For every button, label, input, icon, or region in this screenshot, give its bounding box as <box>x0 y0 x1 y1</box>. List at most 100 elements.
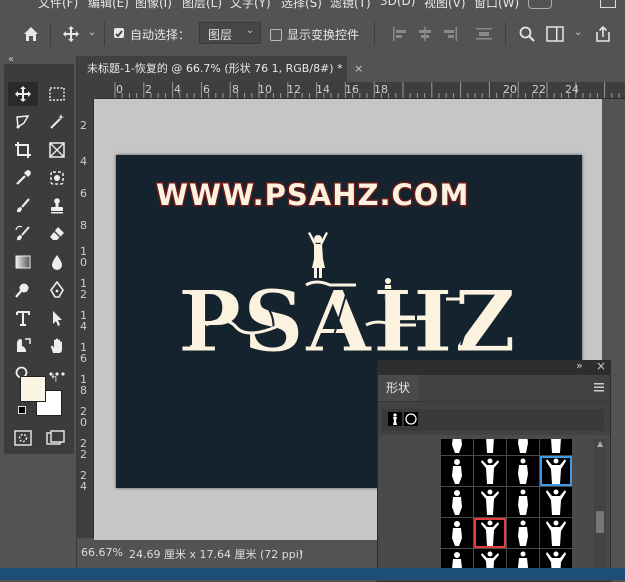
ruler-v-label: 2 2 <box>80 437 87 461</box>
eraser-tool-button[interactable] <box>42 222 72 246</box>
ruler-h-label: 18 <box>374 83 388 96</box>
menu-filter[interactable]: 滤镜(T) <box>330 0 371 11</box>
shape-thumbnail[interactable] <box>441 439 473 455</box>
align-left-icon[interactable] <box>392 26 408 45</box>
ruler-h-label: 6 <box>203 83 210 96</box>
search-icon[interactable] <box>518 25 536 46</box>
ruler-h-label: 14 <box>316 83 330 96</box>
tab-shapes[interactable]: 形状 <box>378 375 418 401</box>
menu-3d[interactable]: 3D(D) <box>380 0 415 8</box>
magic-wand-tool-button[interactable] <box>42 110 72 134</box>
shape-tool-button[interactable] <box>8 334 38 358</box>
menu-image[interactable]: 图像(I) <box>135 0 172 11</box>
status-menu-arrow-icon[interactable]: › <box>299 545 303 558</box>
gradient-tool-button[interactable] <box>8 250 38 274</box>
marquee-tool-button[interactable] <box>42 82 72 106</box>
shape-thumbnail[interactable] <box>474 439 506 455</box>
default-colors-icon[interactable] <box>18 406 26 414</box>
shapes-scrollbar[interactable]: ▲ <box>594 439 606 577</box>
menu-select[interactable]: 选择(S) <box>281 0 322 11</box>
shapes-panel: » × 形状 ▲ <box>377 359 611 582</box>
shapes-panel-header[interactable]: » × <box>378 359 610 375</box>
path-selection-tool-button[interactable] <box>42 306 72 330</box>
collapse-panel-icon[interactable]: » <box>576 359 583 372</box>
home-icon[interactable] <box>22 25 40 46</box>
align-center-icon[interactable] <box>417 26 433 45</box>
ruler-v-label: 1 6 <box>80 341 87 365</box>
screen-mode-icon[interactable] <box>46 430 66 449</box>
close-tab-icon[interactable]: × <box>354 62 363 75</box>
quick-mask-icon[interactable] <box>14 430 32 449</box>
shape-thumbnail[interactable] <box>540 487 572 517</box>
close-panel-icon[interactable]: × <box>596 359 606 373</box>
patch-tool-button[interactable] <box>42 166 72 190</box>
menu-edit[interactable]: 编辑(E) <box>88 0 129 11</box>
menu-file[interactable]: 文件(F) <box>38 0 78 11</box>
shape-thumbnail[interactable] <box>441 456 473 486</box>
dodge-tool-button[interactable] <box>8 278 38 302</box>
ruler-v-label: 1 4 <box>80 309 87 333</box>
stamp-tool-button[interactable] <box>42 194 72 218</box>
share-icon[interactable] <box>594 25 612 46</box>
history-brush-tool-button[interactable] <box>8 222 38 246</box>
panel-menu-icon[interactable] <box>594 381 604 392</box>
shapes-panel-tabbar: 形状 <box>378 375 610 402</box>
menu-type[interactable]: 文字(Y) <box>230 0 271 11</box>
type-tool-button[interactable] <box>8 306 38 330</box>
shape-thumbnail[interactable] <box>507 487 539 517</box>
show-transform-checkbox[interactable] <box>270 29 282 41</box>
auto-select-checkbox[interactable] <box>114 28 124 38</box>
scroll-thumb[interactable] <box>596 511 604 533</box>
auto-select-target-dropdown[interactable]: 图层 ⌄ <box>199 22 261 44</box>
document-tab[interactable]: 未标题-1-恢复的 @ 66.7% (形状 76 1, RGB/8#) * × <box>77 56 363 82</box>
distribute-icon[interactable] <box>475 26 493 45</box>
align-right-icon[interactable] <box>442 26 458 45</box>
ruler-v-label: 2 4 <box>80 469 87 493</box>
menu-window[interactable]: 窗口(W) <box>474 0 519 11</box>
crop-tool-button[interactable] <box>8 138 38 162</box>
frame-tool-button[interactable] <box>42 138 72 162</box>
workspace-chevron-icon[interactable]: ⌄ <box>574 27 582 38</box>
hand-tool-button[interactable] <box>42 334 72 358</box>
zoom-level[interactable]: 66.67% <box>81 546 123 559</box>
lasso-tool-button[interactable] <box>8 110 38 134</box>
shape-thumbnail[interactable] <box>507 456 539 486</box>
menu-view[interactable]: 视图(V) <box>424 0 466 11</box>
shape-thumbnail[interactable] <box>507 439 539 455</box>
swap-colors-icon[interactable]: ↰ <box>50 374 58 385</box>
preview-figure-icon[interactable] <box>388 412 402 426</box>
blur-tool-button[interactable] <box>42 250 72 274</box>
shape-thumbnail[interactable] <box>441 487 473 517</box>
shape-thumbnail[interactable] <box>507 518 539 548</box>
move-tool-button[interactable] <box>8 82 38 106</box>
menu-layer[interactable]: 图层(L) <box>182 0 222 11</box>
ruler-v-label: 6 <box>80 187 87 200</box>
shape-thumbnail[interactable] <box>540 518 572 548</box>
eyedropper-tool-button[interactable] <box>8 166 38 190</box>
brush-tool-button[interactable] <box>8 194 38 218</box>
shape-thumbnail[interactable] <box>474 518 506 548</box>
workspace-layout-icon[interactable] <box>546 26 564 45</box>
shape-thumbnail[interactable] <box>474 456 506 486</box>
shape-thumbnail[interactable] <box>540 456 572 486</box>
options-bar: ⌄ 自动选择： 图层 ⌄ 显示变换控件 ⌄ <box>0 12 625 57</box>
vertical-ruler[interactable]: 2 4 6 8 1 0 1 2 1 4 1 6 1 8 2 0 2 2 2 4 <box>77 98 94 538</box>
ruler-origin[interactable] <box>77 82 95 98</box>
scroll-up-icon[interactable]: ▲ <box>597 439 603 448</box>
foreground-color-swatch[interactable] <box>20 376 46 402</box>
move-tool-icon[interactable] <box>62 25 80 46</box>
toolbox: ↰ <box>4 64 74 454</box>
ruler-h-label: 24 <box>565 83 579 96</box>
shape-thumbnail[interactable] <box>540 439 572 455</box>
headline-text: WWW.PSAHZ.COM <box>156 178 469 212</box>
shapes-preview-strip <box>382 409 604 431</box>
tool-preset-chevron-icon[interactable]: ⌄ <box>88 27 96 38</box>
preview-circle-icon[interactable] <box>404 412 418 426</box>
horizontal-ruler[interactable]: 0 2 4 6 8 10 12 14 16 18 20 22 24 <box>95 82 625 99</box>
document-tab-title: 未标题-1-恢复的 @ 66.7% (形状 76 1, RGB/8#) * <box>87 62 343 75</box>
workspace-button[interactable] <box>528 0 552 9</box>
shape-thumbnail[interactable] <box>474 487 506 517</box>
pen-tool-button[interactable] <box>42 278 72 302</box>
maximize-icon[interactable] <box>600 0 616 8</box>
shape-thumbnail[interactable] <box>441 518 473 548</box>
